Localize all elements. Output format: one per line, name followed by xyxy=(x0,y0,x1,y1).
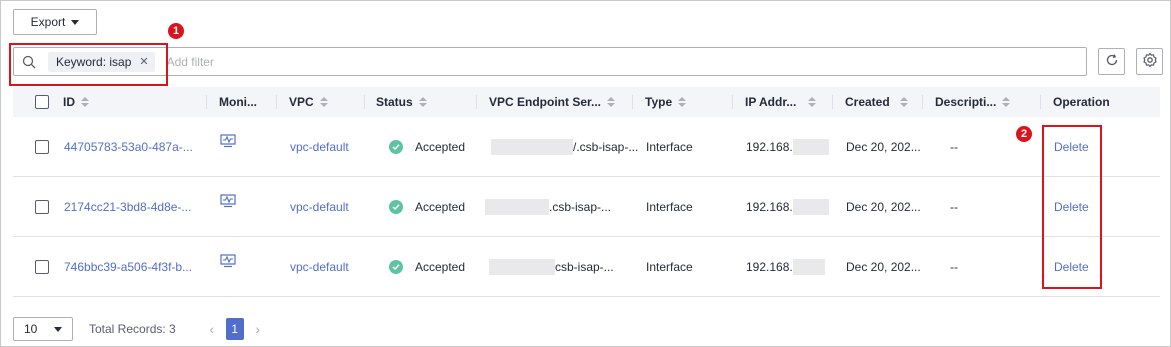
column-header-type[interactable]: Type xyxy=(645,87,687,117)
redacted-block xyxy=(485,199,549,215)
description-text: -- xyxy=(950,140,958,154)
export-label: Export xyxy=(30,15,66,29)
annotation-box-2 xyxy=(1042,125,1102,289)
annotation-box-1 xyxy=(9,43,168,86)
column-header-status[interactable]: Status xyxy=(376,87,427,117)
row-checkbox[interactable] xyxy=(35,200,49,214)
endpoint-id-link[interactable]: 44705783-53a0-487a-... xyxy=(64,140,193,154)
created-time: Dec 20, 202... xyxy=(846,200,921,214)
type-text: Interface xyxy=(646,140,693,154)
created-time: Dec 20, 202... xyxy=(846,140,921,154)
table-row: 2174cc21-3bd8-4d8e-... vpc-default Accep… xyxy=(13,177,1160,237)
monitor-icon[interactable] xyxy=(220,193,236,211)
endpoint-service-name: /.csb-isap-... xyxy=(573,140,639,154)
column-header-description[interactable]: Descripti... xyxy=(935,87,1011,117)
redacted-block xyxy=(792,259,825,275)
page-size-select[interactable]: 10 xyxy=(13,317,73,341)
status-text: Accepted xyxy=(415,260,466,274)
sort-icon xyxy=(607,97,616,107)
created-time: Dec 20, 202... xyxy=(846,260,921,274)
search-input[interactable] xyxy=(166,54,367,69)
description-text: -- xyxy=(950,260,958,274)
vpc-link[interactable]: vpc-default xyxy=(290,140,349,154)
status-text: Accepted xyxy=(415,140,466,154)
type-text: Interface xyxy=(646,200,693,214)
column-header-ip-address[interactable]: IP Addr... xyxy=(745,87,817,117)
row-checkbox[interactable] xyxy=(35,260,49,274)
ip-address-text: 192.168. xyxy=(746,200,793,214)
column-header-id[interactable]: ID xyxy=(63,87,89,117)
sort-icon xyxy=(808,97,817,107)
endpoint-id-link[interactable]: 746bbc39-a506-4f3f-b... xyxy=(64,260,192,274)
check-circle-icon xyxy=(389,260,403,274)
description-text: -- xyxy=(950,200,958,214)
status-text: Accepted xyxy=(415,200,466,214)
ip-address-text: 192.168. xyxy=(746,260,793,274)
monitor-icon[interactable] xyxy=(220,133,236,151)
redacted-block xyxy=(491,139,573,155)
sort-icon xyxy=(418,97,427,107)
table-row: 746bbc39-a506-4f3f-b... vpc-default Acce… xyxy=(13,237,1160,297)
page-number-current[interactable]: 1 xyxy=(225,318,244,340)
pagination: 10 Total Records: 3 ‹ 1 › xyxy=(13,317,266,341)
redacted-block xyxy=(489,259,555,275)
caret-down-icon xyxy=(54,326,62,332)
ip-address-text: 192.168. xyxy=(746,140,793,154)
vpc-link[interactable]: vpc-default xyxy=(290,200,349,214)
redacted-block xyxy=(792,199,829,215)
search-bar[interactable]: Keyword: isap ✕ xyxy=(13,47,1087,76)
annotation-badge-1: 1 xyxy=(168,23,184,39)
page-frame: Export Keyword: isap ✕ 1 ID Moni... VPC xyxy=(0,0,1171,347)
endpoint-service-name: csb-isap-... xyxy=(555,260,614,274)
sort-icon xyxy=(81,97,89,107)
refresh-button[interactable] xyxy=(1098,48,1125,75)
table-header: ID Moni... VPC Status VPC Endpoint Ser..… xyxy=(13,87,1160,117)
sort-icon xyxy=(1002,97,1011,107)
gear-icon xyxy=(1142,52,1158,71)
chevron-right-icon[interactable]: › xyxy=(250,321,266,337)
column-header-vpc[interactable]: VPC xyxy=(289,87,328,117)
row-checkbox[interactable] xyxy=(35,140,49,154)
vpc-link[interactable]: vpc-default xyxy=(290,260,349,274)
check-circle-icon xyxy=(389,140,403,154)
page-size-value: 10 xyxy=(24,322,38,336)
table-row: 44705783-53a0-487a-... vpc-default Accep… xyxy=(13,117,1160,177)
settings-button[interactable] xyxy=(1136,48,1163,75)
endpoint-service-name: .csb-isap-... xyxy=(549,200,612,214)
caret-down-icon xyxy=(71,19,80,25)
type-text: Interface xyxy=(646,260,693,274)
monitor-icon[interactable] xyxy=(220,253,236,271)
export-button[interactable]: Export xyxy=(13,9,97,35)
check-circle-icon xyxy=(389,200,403,214)
sort-icon xyxy=(319,97,328,107)
annotation-badge-2: 2 xyxy=(1016,126,1032,142)
sort-icon xyxy=(678,97,687,107)
endpoint-id-link[interactable]: 2174cc21-3bd8-4d8e-... xyxy=(64,200,191,214)
column-header-monitoring: Moni... xyxy=(219,95,257,109)
select-all-checkbox[interactable] xyxy=(35,95,49,109)
column-header-created[interactable]: Created xyxy=(845,87,908,117)
chevron-left-icon[interactable]: ‹ xyxy=(204,321,220,337)
column-header-operation: Operation xyxy=(1053,95,1110,109)
total-records: Total Records: 3 xyxy=(89,322,176,336)
sort-icon xyxy=(899,97,908,107)
refresh-icon xyxy=(1105,53,1119,70)
redacted-block xyxy=(792,139,829,155)
column-header-endpoint-service[interactable]: VPC Endpoint Ser... xyxy=(489,87,616,117)
